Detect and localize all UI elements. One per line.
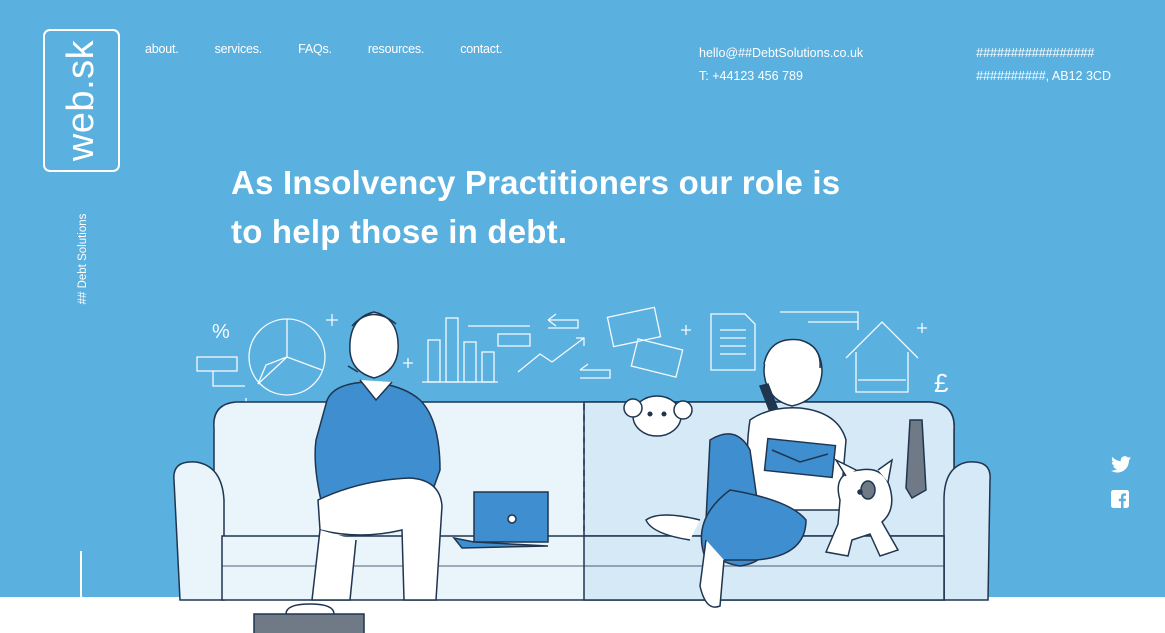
brand-tagline: ## Debt Solutions (77, 213, 89, 305)
main-nav: about. services. FAQs. resources. contac… (145, 42, 538, 56)
svg-text:%: % (212, 321, 230, 343)
tie (905, 419, 927, 500)
logo[interactable]: web.sk (43, 29, 120, 172)
nav-item-resources[interactable]: resources. (368, 42, 425, 56)
laptop (452, 491, 549, 549)
social-links (1111, 456, 1131, 525)
email-link[interactable]: hello@##DebtSolutions.co.uk (699, 42, 863, 65)
address-line-1: ################# (976, 46, 1095, 60)
address-line-2: ##########, AB12 3CD (976, 69, 1111, 83)
headline-line-1: As Insolvency Practitioners our role is (231, 164, 841, 201)
teddy (623, 395, 693, 437)
dog (824, 458, 900, 557)
scroll-indicator (80, 551, 82, 611)
nav-item-services[interactable]: services. (215, 42, 263, 56)
contact-info: hello@##DebtSolutions.co.uk T: +44123 45… (699, 42, 863, 88)
woman-left (311, 311, 443, 601)
logo-text: web.sk (60, 39, 102, 162)
doodle-icons: % £ (196, 306, 949, 408)
svg-text:£: £ (934, 368, 949, 398)
woman-right (645, 338, 847, 608)
phone-number[interactable]: T: +44123 456 789 (699, 65, 863, 88)
sofa (173, 401, 991, 601)
hero-illustration: % £ (173, 306, 991, 633)
nav-item-faqs[interactable]: FAQs. (298, 42, 332, 56)
nav-item-contact[interactable]: contact. (460, 42, 502, 56)
nav-item-about[interactable]: about. (145, 42, 179, 56)
floor (0, 597, 1165, 633)
facebook-icon[interactable] (1111, 490, 1131, 513)
headline-line-2: to help those in debt. (231, 213, 568, 250)
hero-headline: As Insolvency Practitioners our role is … (231, 158, 891, 256)
address: ################# ##########, AB12 3CD (976, 42, 1111, 88)
twitter-icon[interactable] (1111, 456, 1131, 478)
